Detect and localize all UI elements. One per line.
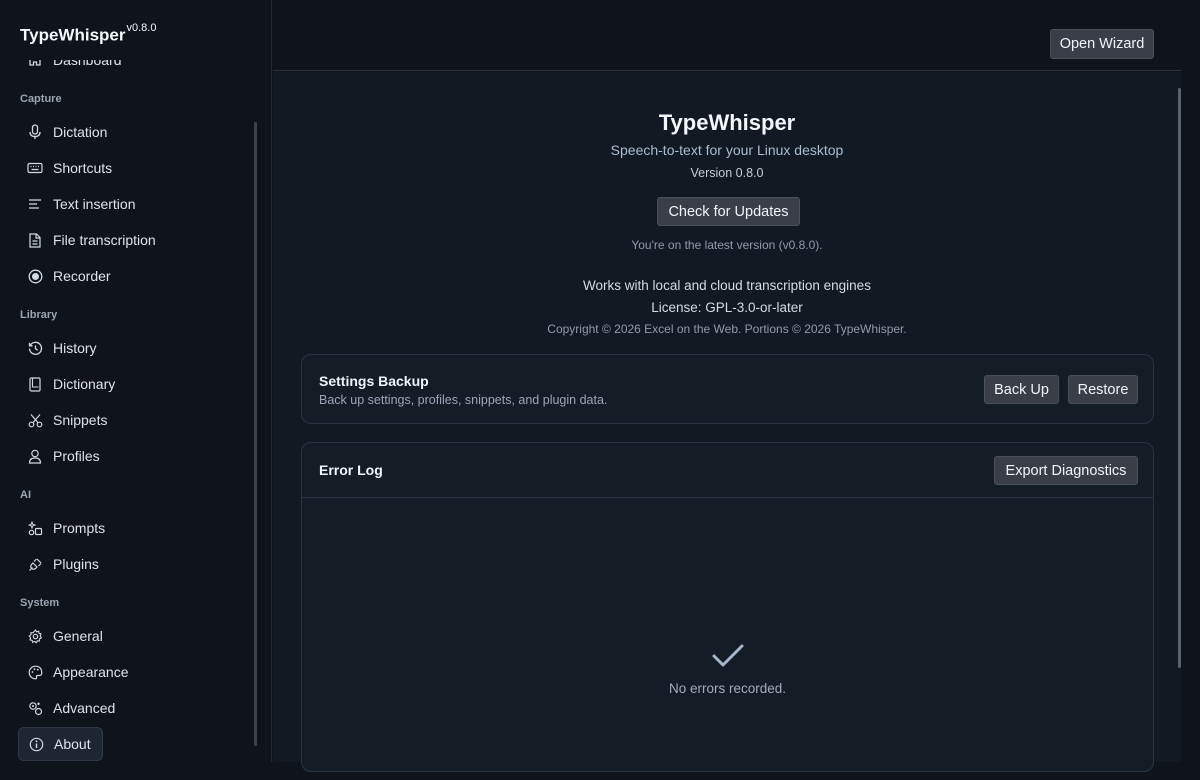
sidebar-item-label: Dashboard <box>53 52 122 68</box>
scissors-icon <box>26 411 44 429</box>
sidebar: TypeWhisperv0.8.0 Dashboard Capture Dict… <box>0 0 272 762</box>
history-icon <box>26 339 44 357</box>
sidebar-item-dictionary[interactable]: Dictionary <box>18 367 218 401</box>
sidebar-item-advanced[interactable]: Advanced <box>18 691 218 725</box>
sparkle-shapes-icon <box>26 519 44 537</box>
sidebar-item-prompts[interactable]: Prompts <box>18 511 218 545</box>
checkmark-icon <box>712 643 744 674</box>
license-info: License: GPL-3.0-or-later <box>651 300 803 315</box>
user-icon <box>26 447 44 465</box>
sidebar-item-label: Advanced <box>53 700 116 716</box>
text-lines-icon <box>26 195 44 213</box>
header-bar: Open Wizard <box>273 18 1181 71</box>
settings-backup-card: Settings Backup Back up settings, profil… <box>301 354 1154 424</box>
no-errors-message: No errors recorded. <box>668 681 787 696</box>
section-capture: Capture <box>20 93 62 105</box>
record-icon <box>26 267 44 285</box>
update-status: You're on the latest version (v0.8.0). <box>631 238 823 252</box>
section-system: System <box>20 597 60 609</box>
sidebar-scrollbar[interactable] <box>254 122 257 746</box>
error-log-title: Error Log <box>319 462 383 478</box>
sidebar-item-general[interactable]: General <box>18 619 218 653</box>
sidebar-item-label: Prompts <box>53 520 106 536</box>
sidebar-item-label: Shortcuts <box>53 160 113 176</box>
microphone-icon <box>26 123 44 141</box>
about-version: Version 0.8.0 <box>690 166 764 180</box>
error-log-card: Error Log Export Diagnostics No errors r… <box>301 442 1154 772</box>
section-library: Library <box>20 309 58 321</box>
sidebar-item-file-transcription[interactable]: File transcription <box>18 223 218 257</box>
sidebar-item-label: Profiles <box>53 448 100 464</box>
cogs-icon <box>26 699 44 717</box>
backup-description: Back up settings, profiles, snippets, an… <box>319 393 608 407</box>
app-name: TypeWhisper <box>20 25 126 45</box>
sidebar-item-label: About <box>54 736 91 752</box>
sidebar-item-label: Dictionary <box>53 376 116 392</box>
section-ai: AI <box>20 489 31 501</box>
sidebar-item-dashboard[interactable]: Dashboard <box>18 52 218 77</box>
info-icon <box>27 735 45 753</box>
sidebar-item-text-insertion[interactable]: Text insertion <box>18 187 218 221</box>
sidebar-item-label: History <box>53 340 97 356</box>
about-title: TypeWhisper <box>658 110 796 135</box>
sidebar-item-profiles[interactable]: Profiles <box>18 439 218 473</box>
sidebar-item-label: File transcription <box>53 232 156 248</box>
sidebar-item-label: Text insertion <box>53 196 136 212</box>
keyboard-icon <box>26 159 44 177</box>
export-diagnostics-button[interactable]: Export Diagnostics <box>994 456 1138 485</box>
sidebar-item-appearance[interactable]: Appearance <box>18 655 218 689</box>
app-brand: TypeWhisperv0.8.0 <box>20 22 157 46</box>
app-window: TypeWhisperv0.8.0 Dashboard Capture Dict… <box>0 0 1200 780</box>
about-tagline: Speech-to-text for your Linux desktop <box>610 142 844 158</box>
book-icon <box>26 375 44 393</box>
copyright-info: Copyright © 2026 Excel on the Web. Porti… <box>547 322 907 336</box>
check-updates-button[interactable]: Check for Updates <box>657 197 800 226</box>
sidebar-item-label: General <box>53 628 103 644</box>
sidebar-item-about[interactable]: About <box>18 727 103 761</box>
sidebar-item-label: Plugins <box>53 556 99 572</box>
file-icon <box>26 231 44 249</box>
sidebar-item-dictation[interactable]: Dictation <box>18 115 218 149</box>
sidebar-item-snippets[interactable]: Snippets <box>18 403 218 437</box>
open-wizard-button[interactable]: Open Wizard <box>1050 29 1154 59</box>
restore-button[interactable]: Restore <box>1068 375 1138 404</box>
error-log-divider <box>302 497 1153 498</box>
sidebar-item-label: Snippets <box>53 412 108 428</box>
sidebar-item-label: Appearance <box>53 664 129 680</box>
app-version: v0.8.0 <box>126 22 157 34</box>
plug-icon <box>26 555 44 573</box>
sidebar-item-recorder[interactable]: Recorder <box>18 259 218 293</box>
sidebar-item-label: Recorder <box>53 268 111 284</box>
sidebar-item-shortcuts[interactable]: Shortcuts <box>18 151 218 185</box>
gear-icon <box>26 627 44 645</box>
home-icon <box>26 60 44 69</box>
sidebar-item-plugins[interactable]: Plugins <box>18 547 218 581</box>
sidebar-item-label: Dictation <box>53 124 108 140</box>
sidebar-item-history[interactable]: History <box>18 331 218 365</box>
back-up-button[interactable]: Back Up <box>984 375 1059 404</box>
palette-icon <box>26 663 44 681</box>
backup-title: Settings Backup <box>319 373 429 389</box>
engines-info: Works with local and cloud transcription… <box>583 278 871 293</box>
